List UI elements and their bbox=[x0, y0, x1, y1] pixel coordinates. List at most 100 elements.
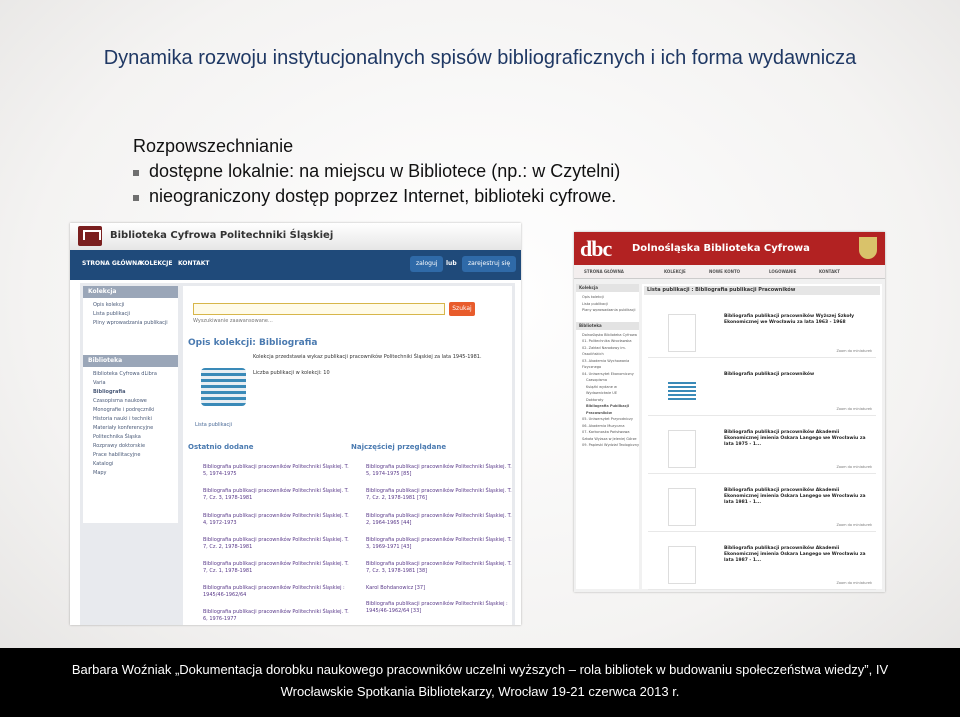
sidebar-item[interactable]: 07. Karkonoska Państwowa Szkoła Wyższa w… bbox=[576, 429, 639, 442]
popular-item[interactable]: Karol Bohdanowicz [37] bbox=[366, 585, 516, 592]
sidebar-item[interactable]: Biblioteka Cyfrowa dLibra bbox=[83, 370, 178, 379]
nav-collections[interactable]: KOLEKCJE bbox=[664, 269, 686, 274]
document-thumbnail[interactable] bbox=[668, 314, 696, 352]
library-menu: Dolnośląska Biblioteka Cyfrowa 01. Polit… bbox=[576, 330, 639, 451]
zoom-link[interactable]: Zoom do miniaturek bbox=[836, 407, 872, 411]
recent-item[interactable]: Bibliografia publikacji pracowników Poli… bbox=[203, 488, 353, 502]
popular-item[interactable]: Bibliografia publikacji pracowników Poli… bbox=[366, 537, 516, 551]
books-icon[interactable] bbox=[668, 380, 696, 400]
nav-new-account[interactable]: NOWE KONTO bbox=[709, 269, 740, 274]
library-menu: Biblioteka Cyfrowa dLibra Varia Bibliogr… bbox=[83, 367, 178, 481]
sidebar-item[interactable]: Czasopisma naukowe bbox=[83, 397, 178, 406]
sidebar-item[interactable]: Bibliografia Publikacji Pracowników bbox=[576, 403, 639, 416]
advanced-search-link[interactable]: Wyszukiwanie zaawansowane... bbox=[193, 318, 273, 324]
sidebar-item[interactable]: Historia nauki i techniki bbox=[83, 415, 178, 424]
document-thumbnail[interactable] bbox=[668, 430, 696, 468]
sidebar-header-collection: Kolekcja bbox=[576, 284, 639, 292]
sidebar: Kolekcja Opis kolekcji Lista publikacji … bbox=[83, 286, 178, 523]
search-button[interactable]: Szukaj bbox=[449, 302, 475, 316]
recent-item[interactable]: Bibliografia publikacji pracowników Poli… bbox=[203, 513, 353, 527]
publication-list: Lista publikacji : Bibliografia publikac… bbox=[642, 284, 882, 590]
sidebar-item[interactable]: Rozprawy doktorskie bbox=[83, 442, 178, 451]
sidebar-item[interactable]: 01. Politechnika Wrocławska bbox=[576, 338, 639, 345]
sidebar-item[interactable]: Książki wydane w Wydawnictwie UE bbox=[576, 384, 639, 397]
item-title[interactable]: Bibliografia publikacji pracowników Akad… bbox=[724, 430, 874, 448]
collection-title: Opis kolekcji: Bibliografia bbox=[188, 338, 318, 348]
sidebar-item[interactable]: Bibliografia bbox=[83, 388, 178, 397]
popular-item[interactable]: Bibliografia publikacji pracowników Poli… bbox=[366, 464, 516, 478]
zoom-link[interactable]: Zoom do miniaturek bbox=[836, 465, 872, 469]
bullet-text: nieograniczony dostęp poprzez Internet, … bbox=[149, 186, 617, 206]
publication-list-link[interactable]: Lista publikacji bbox=[195, 422, 232, 428]
sidebar-item[interactable]: 03. Akademia Wychowania Fizycznego bbox=[576, 358, 639, 371]
site-nav: STRONA GŁÓWNA KOLEKCJE NOWE KONTO LOGOWA… bbox=[574, 265, 885, 279]
sidebar-item[interactable]: Opis kolekcji bbox=[83, 301, 178, 310]
list-item[interactable]: Bibliografia publikacji pracowników Akad… bbox=[648, 540, 876, 590]
sidebar-item[interactable]: Varia bbox=[83, 379, 178, 388]
left-screenshot: Biblioteka Cyfrowa Politechniki Śląskiej… bbox=[70, 223, 521, 625]
sidebar-item[interactable]: 05. Uniwersytet Przyrodniczy bbox=[576, 416, 639, 423]
popular-item[interactable]: Bibliografia publikacji pracowników Poli… bbox=[366, 513, 516, 527]
footer-line-2: Wrocławskie Spotkania Bibliotekarzy, Wro… bbox=[280, 684, 680, 699]
nav-home[interactable]: STRONA GŁÓWNA bbox=[584, 269, 624, 274]
popular-item[interactable]: Bibliografia publikacji pracowników Poli… bbox=[366, 561, 516, 575]
sidebar-header-collection: Kolekcja bbox=[83, 286, 178, 298]
bullet-square-icon bbox=[133, 169, 139, 176]
sidebar-item[interactable]: Monografie i podręczniki bbox=[83, 406, 178, 415]
recent-item[interactable]: Bibliografia publikacji pracowników Poli… bbox=[203, 561, 353, 575]
recent-item[interactable]: Bibliografia publikacji pracowników Poli… bbox=[203, 585, 353, 599]
site-title: Biblioteka Cyfrowa Politechniki Śląskiej bbox=[110, 230, 334, 241]
right-screenshot: dbc Dolnośląska Biblioteka Cyfrowa STRON… bbox=[574, 232, 885, 592]
zoom-link[interactable]: Zoom do miniaturek bbox=[836, 523, 872, 527]
slide-footer: Barbara Woźniak „Dokumentacja dorobku na… bbox=[0, 648, 960, 717]
item-title[interactable]: Bibliografia publikacji pracowników Akad… bbox=[724, 488, 874, 506]
sidebar-item[interactable]: Katalogi bbox=[83, 460, 178, 469]
sidebar-item[interactable]: 02. Zakład Narodowy im. Ossolińskich bbox=[576, 345, 639, 358]
zoom-link[interactable]: Zoom do miniaturek bbox=[836, 581, 872, 585]
sidebar-item[interactable]: Politechnika Śląska bbox=[83, 433, 178, 442]
nav-contact[interactable]: KONTAKT bbox=[819, 269, 840, 274]
zoom-link[interactable]: Zoom do miniaturek bbox=[836, 349, 872, 353]
bullet-item: dostępne lokalnie: na miejscu w Bibliote… bbox=[133, 159, 620, 184]
bullet-text: dostępne lokalnie: na miejscu w Bibliote… bbox=[149, 161, 621, 181]
collection-menu: Opis kolekcji Lista publikacji Plany wpr… bbox=[576, 292, 639, 316]
list-item[interactable]: Bibliografia publikacji pracowników Akad… bbox=[648, 482, 876, 532]
sidebar-item[interactable]: Mapy bbox=[83, 469, 178, 478]
item-title[interactable]: Bibliografia publikacji pracowników Wyżs… bbox=[724, 314, 874, 326]
sidebar-item[interactable]: Plany wprowadzania publikacji bbox=[576, 307, 639, 314]
popular-header: Najczęściej przeglądane bbox=[351, 443, 447, 451]
document-thumbnail[interactable] bbox=[668, 488, 696, 526]
list-item[interactable]: Bibliografia publikacji pracowników Zoom… bbox=[648, 366, 876, 416]
item-title[interactable]: Bibliografia publikacji pracowników Akad… bbox=[724, 546, 874, 564]
item-title[interactable]: Bibliografia publikacji pracowników bbox=[724, 372, 874, 378]
sidebar-item[interactable]: Prace habilitacyjne bbox=[83, 451, 178, 460]
site-logo: dbc bbox=[580, 236, 612, 261]
collection-count: Liczba publikacji w kolekcji: 10 bbox=[253, 370, 330, 376]
eagle-crest-icon bbox=[859, 237, 877, 259]
site-nav: STRONA GŁÓWNA KOLEKCJE KONTAKT zaloguj l… bbox=[70, 250, 521, 280]
recent-item[interactable]: Bibliografia publikacji pracowników Poli… bbox=[203, 464, 353, 478]
sidebar-item[interactable]: Pliny wprowadzania publikacji bbox=[83, 319, 178, 328]
recent-item[interactable]: Bibliografia publikacji pracowników Poli… bbox=[203, 537, 353, 551]
list-item[interactable]: Bibliografia publikacji pracowników Wyżs… bbox=[648, 308, 876, 358]
login-button[interactable]: zaloguj bbox=[410, 256, 444, 272]
sidebar-header-library: Biblioteka bbox=[576, 321, 639, 330]
site-title: Dolnośląska Biblioteka Cyfrowa bbox=[632, 243, 810, 254]
popular-item[interactable]: Bibliografia publikacji pracowników Poli… bbox=[366, 601, 516, 615]
nav-home[interactable]: STRONA GŁÓWNA bbox=[82, 260, 142, 267]
sidebar-item[interactable]: Lista publikacji bbox=[83, 310, 178, 319]
list-title: Lista publikacji : Bibliografia publikac… bbox=[644, 286, 880, 295]
nav-login[interactable]: LOGOWANIE bbox=[769, 269, 796, 274]
document-thumbnail[interactable] bbox=[668, 546, 696, 584]
register-button[interactable]: zarejestruj się bbox=[462, 256, 517, 272]
nav-collections[interactable]: KOLEKCJE bbox=[140, 260, 173, 267]
sidebar-item[interactable]: 09. Papieski Wydział Teologiczny bbox=[576, 442, 639, 449]
sidebar-item[interactable]: Materiały konferencyjne bbox=[83, 424, 178, 433]
books-icon bbox=[201, 368, 246, 406]
list-item[interactable]: Bibliografia publikacji pracowników Akad… bbox=[648, 424, 876, 474]
nav-contact[interactable]: KONTAKT bbox=[178, 260, 210, 267]
collection-menu: Opis kolekcji Lista publikacji Pliny wpr… bbox=[83, 298, 178, 331]
search-input[interactable] bbox=[193, 303, 445, 315]
popular-item[interactable]: Bibliografia publikacji pracowników Poli… bbox=[366, 488, 516, 502]
recent-item[interactable]: Bibliografia publikacji pracowników Poli… bbox=[203, 609, 353, 623]
